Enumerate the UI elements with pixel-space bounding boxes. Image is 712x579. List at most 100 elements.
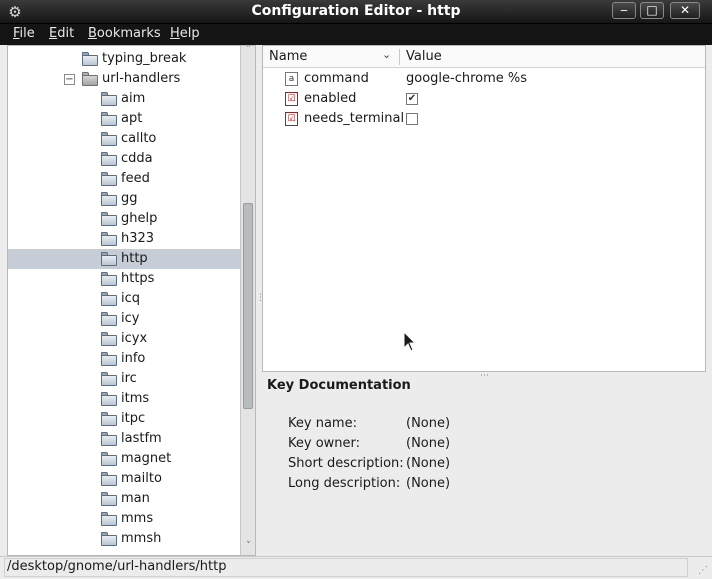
key-value[interactable]: google-chrome %s [406, 69, 527, 89]
long-description-label: Long description: [288, 476, 401, 491]
tree-item-mms[interactable]: mms [8, 509, 240, 529]
tree-item-info[interactable]: info [8, 349, 240, 369]
string-key-icon: a [285, 72, 298, 86]
key-name: needs_terminal [304, 111, 405, 126]
tree-item-gg[interactable]: gg [8, 189, 240, 209]
tree-item-label: lastfm [121, 431, 162, 446]
tree-item-label: info [121, 351, 146, 366]
menu-bar: File Edit Bookmarks Help [0, 24, 712, 45]
folder-icon [101, 392, 117, 406]
folder-icon [101, 532, 117, 546]
folder-icon [101, 512, 117, 526]
key-owner-value: (None) [406, 436, 451, 451]
tree-item-label: callto [121, 131, 157, 146]
chevron-down-icon[interactable]: ⌄ [382, 48, 391, 61]
scroll-up-arrow-icon[interactable]: ˄ [241, 46, 255, 55]
tree-item-apt[interactable]: apt [8, 109, 240, 129]
tree-item-label: typing_break [102, 51, 187, 66]
collapse-expander-icon[interactable]: − [64, 74, 75, 85]
folder-icon [101, 352, 117, 366]
scrollbar-thumb[interactable] [243, 203, 253, 409]
tree-item-ghelp[interactable]: ghelp [8, 209, 240, 229]
folder-icon [101, 332, 117, 346]
tree-item-itms[interactable]: itms [8, 389, 240, 409]
resize-grip-icon[interactable]: ⋰ [698, 565, 710, 577]
tree-item-icyx[interactable]: icyx [8, 329, 240, 349]
minimize-button[interactable]: ‒ [612, 2, 636, 19]
tree-item-label: h323 [121, 231, 155, 246]
tree-item-label: aim [121, 91, 146, 106]
scroll-down-arrow-icon[interactable]: ˅ [241, 541, 255, 551]
tree-item-man[interactable]: man [8, 489, 240, 509]
menu-file[interactable]: File [13, 26, 35, 41]
close-button[interactable]: ✕ [670, 2, 700, 19]
tree-item-label: mms [121, 511, 154, 526]
short-description-value: (None) [406, 456, 451, 471]
mouse-cursor-icon [403, 331, 417, 352]
tree-scrollbar[interactable]: ˄ ˅ [240, 46, 255, 555]
key-name-value: (None) [406, 416, 451, 431]
short-description-label: Short description: [288, 456, 404, 471]
tree-item-label: cdda [121, 151, 153, 166]
tree-item-magnet[interactable]: magnet [8, 449, 240, 469]
needs-terminal-checkbox[interactable] [406, 113, 418, 125]
tree-item-irc[interactable]: irc [8, 369, 240, 389]
directory-tree[interactable]: typing_break − url-handlers aim apt callto cdd… [7, 45, 256, 556]
menu-help[interactable]: Help [170, 26, 200, 41]
tree-item-callto[interactable]: callto [8, 129, 240, 149]
key-row-enabled[interactable]: ☑ enabled ✔ [263, 89, 705, 109]
tree-item-label: icq [121, 291, 141, 306]
key-owner-label: Key owner: [288, 436, 361, 451]
key-row-needs-terminal[interactable]: ☑ needs_terminal [263, 109, 705, 129]
folder-icon [101, 92, 117, 106]
tree-item-https[interactable]: https [8, 269, 240, 289]
tree-item-label: url-handlers [102, 71, 181, 86]
tree-item-label: irc [121, 371, 137, 386]
long-description-value: (None) [406, 476, 451, 491]
tree-item-label: itpc [121, 411, 146, 426]
tree-item-label: icy [121, 311, 140, 326]
tree-item-icy[interactable]: icy [8, 309, 240, 329]
tree-item-label: itms [121, 391, 150, 406]
folder-icon [101, 112, 117, 126]
folder-icon [101, 272, 117, 286]
title-bar[interactable]: ⚙ Configuration Editor - http ‒ □ ✕ [0, 0, 712, 24]
key-list[interactable]: Name ⌄ Value a command google-chrome %s … [262, 45, 706, 372]
column-divider[interactable] [399, 49, 400, 65]
folder-icon [101, 292, 117, 306]
boolean-key-icon: ☑ [285, 112, 298, 126]
tree-item-label: mmsh [121, 531, 162, 546]
tree-item-url-handlers[interactable]: − url-handlers [8, 69, 240, 89]
maximize-button[interactable]: □ [640, 2, 664, 19]
tree-item-mmsh[interactable]: mmsh [8, 529, 240, 549]
tree-item-h323[interactable]: h323 [8, 229, 240, 249]
menu-edit[interactable]: Edit [49, 26, 74, 41]
folder-open-icon [82, 72, 98, 86]
tree-item-lastfm[interactable]: lastfm [8, 429, 240, 449]
tree-item-icq[interactable]: icq [8, 289, 240, 309]
tree-item-aim[interactable]: aim [8, 89, 240, 109]
menu-bookmarks[interactable]: Bookmarks [88, 26, 161, 41]
tree-item-feed[interactable]: feed [8, 169, 240, 189]
folder-icon [101, 152, 117, 166]
tree-item-cdda[interactable]: cdda [8, 149, 240, 169]
column-name-header[interactable]: Name [269, 49, 307, 64]
horizontal-splitter-grip-icon[interactable]: ⋯ [480, 371, 489, 381]
tree-item-itpc[interactable]: itpc [8, 409, 240, 429]
enabled-checkbox[interactable]: ✔ [406, 93, 418, 105]
tree-item-typing_break[interactable]: typing_break [8, 49, 240, 69]
tree-item-http[interactable]: http [8, 249, 240, 269]
tree-item-mailto[interactable]: mailto [8, 469, 240, 489]
tree-item-label: apt [121, 111, 143, 126]
folder-icon [101, 172, 117, 186]
tree-item-label: https [121, 271, 155, 286]
folder-icon [101, 232, 117, 246]
folder-icon [82, 52, 98, 66]
folder-icon [101, 432, 117, 446]
folder-icon [101, 192, 117, 206]
tree-item-label: ghelp [121, 211, 158, 226]
key-name-label: Key name: [288, 416, 357, 431]
key-row-command[interactable]: a command google-chrome %s [263, 69, 705, 89]
folder-icon [101, 452, 117, 466]
column-value-header[interactable]: Value [406, 49, 442, 64]
